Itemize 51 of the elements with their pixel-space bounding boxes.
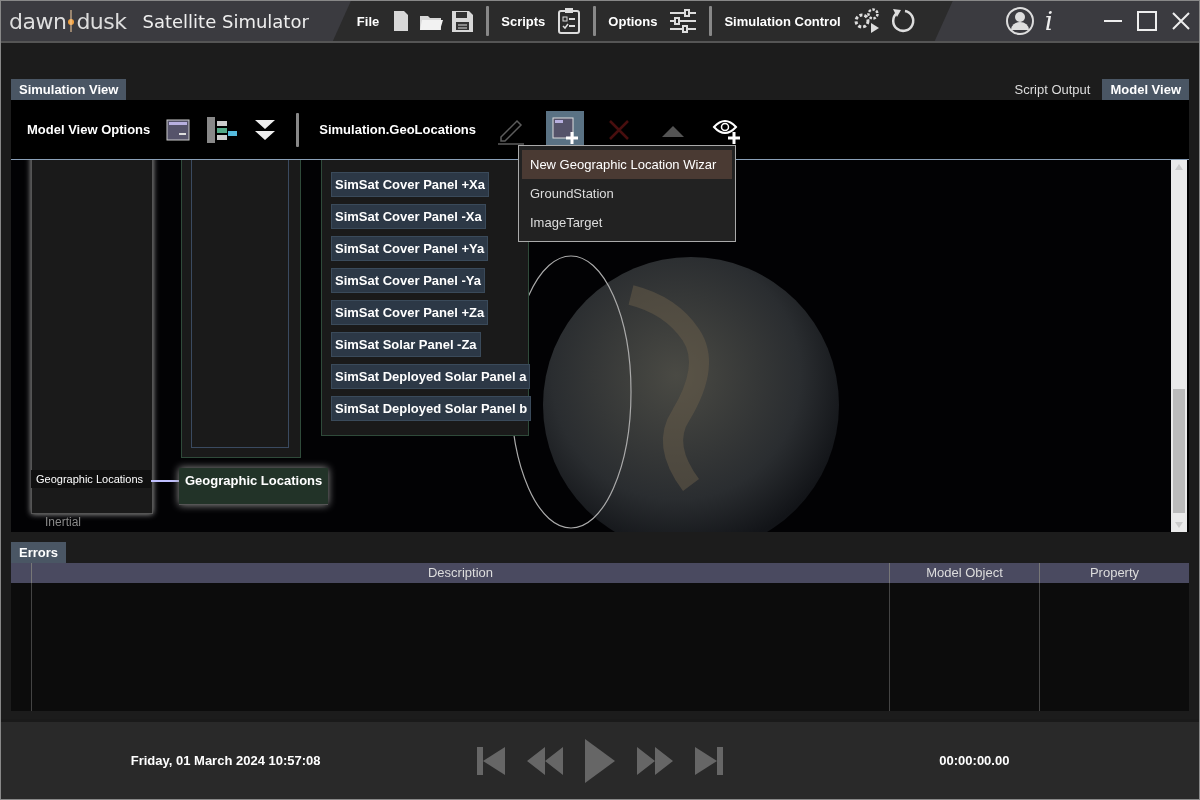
tree-icon[interactable] <box>206 115 239 144</box>
toolbar-label: Model View Options <box>27 122 151 137</box>
model-node[interactable]: SimSat Cover Panel -Xa <box>331 204 486 229</box>
user-icon[interactable] <box>1004 6 1035 36</box>
connector-line <box>151 480 181 482</box>
clipboard-icon[interactable] <box>557 7 582 35</box>
date-time: Friday, 01 March 2024 10:57:08 <box>129 753 322 768</box>
errors-tab[interactable]: Errors <box>11 542 67 563</box>
fast-forward-icon[interactable] <box>635 744 675 777</box>
app-title: Satellite Simulator <box>142 10 309 32</box>
scrollbar-thumb[interactable] <box>1173 389 1185 513</box>
axis-label: Inertial <box>45 515 82 529</box>
menu-item[interactable]: Scripts <box>501 13 546 29</box>
model-node[interactable]: SimSat Solar Panel -Za <box>331 332 481 357</box>
model-node[interactable]: Geographic Locations <box>31 470 151 488</box>
menu-item[interactable]: File <box>356 13 380 29</box>
sun-flare-icon <box>66 10 77 32</box>
menu-item[interactable]: GroundStation <box>522 179 732 208</box>
scrollbar[interactable] <box>1171 160 1187 532</box>
view-tab[interactable]: Model View <box>1102 79 1189 100</box>
logo-text: dawn <box>9 8 67 34</box>
model-node[interactable]: SimSat Cover Panel +Za <box>331 300 489 325</box>
menu-item[interactable]: Options <box>608 13 658 29</box>
column-header[interactable]: Property <box>1040 563 1189 583</box>
model-node[interactable]: SimSat Cover Panel +Ya <box>331 236 489 261</box>
play-icon[interactable] <box>583 736 617 785</box>
save-icon[interactable] <box>451 9 475 33</box>
menu-item[interactable]: Simulation Control <box>724 13 841 29</box>
model-node[interactable]: SimSat Cover Panel -Ya <box>331 268 485 293</box>
menu-item[interactable]: ImageTarget <box>522 208 732 237</box>
skip-end-icon[interactable] <box>693 744 725 777</box>
skip-start-icon[interactable] <box>475 744 507 777</box>
model-node[interactable]: SimSat Deployed Solar Panel b <box>331 396 532 421</box>
window-icon[interactable] <box>166 118 191 141</box>
sliders-icon[interactable] <box>669 8 698 34</box>
model-node[interactable]: SimSat Cover Panel +Xa <box>331 172 489 197</box>
add-window-icon[interactable] <box>550 114 581 145</box>
gears-play-icon[interactable] <box>852 7 881 35</box>
model-node[interactable]: SimSat Deployed Solar Panel a <box>331 364 531 389</box>
info-button[interactable]: i <box>1044 6 1053 36</box>
view-tab[interactable]: Simulation View <box>11 79 127 100</box>
path-label: Simulation.GeoLocations <box>319 122 477 137</box>
logo-text: dusk <box>76 8 127 34</box>
elapsed-time: 00:00:00.00 <box>938 753 1011 768</box>
rewind-icon[interactable] <box>525 744 565 777</box>
menu-item[interactable]: New Geographic Location Wizar <box>522 150 732 179</box>
view-tab[interactable]: Script Output <box>1006 79 1099 100</box>
double-chevron-down-icon[interactable] <box>254 117 277 142</box>
model-node[interactable]: Geographic Locations <box>179 468 329 505</box>
maximize-icon[interactable] <box>1137 11 1157 31</box>
close-icon[interactable] <box>1171 11 1191 31</box>
